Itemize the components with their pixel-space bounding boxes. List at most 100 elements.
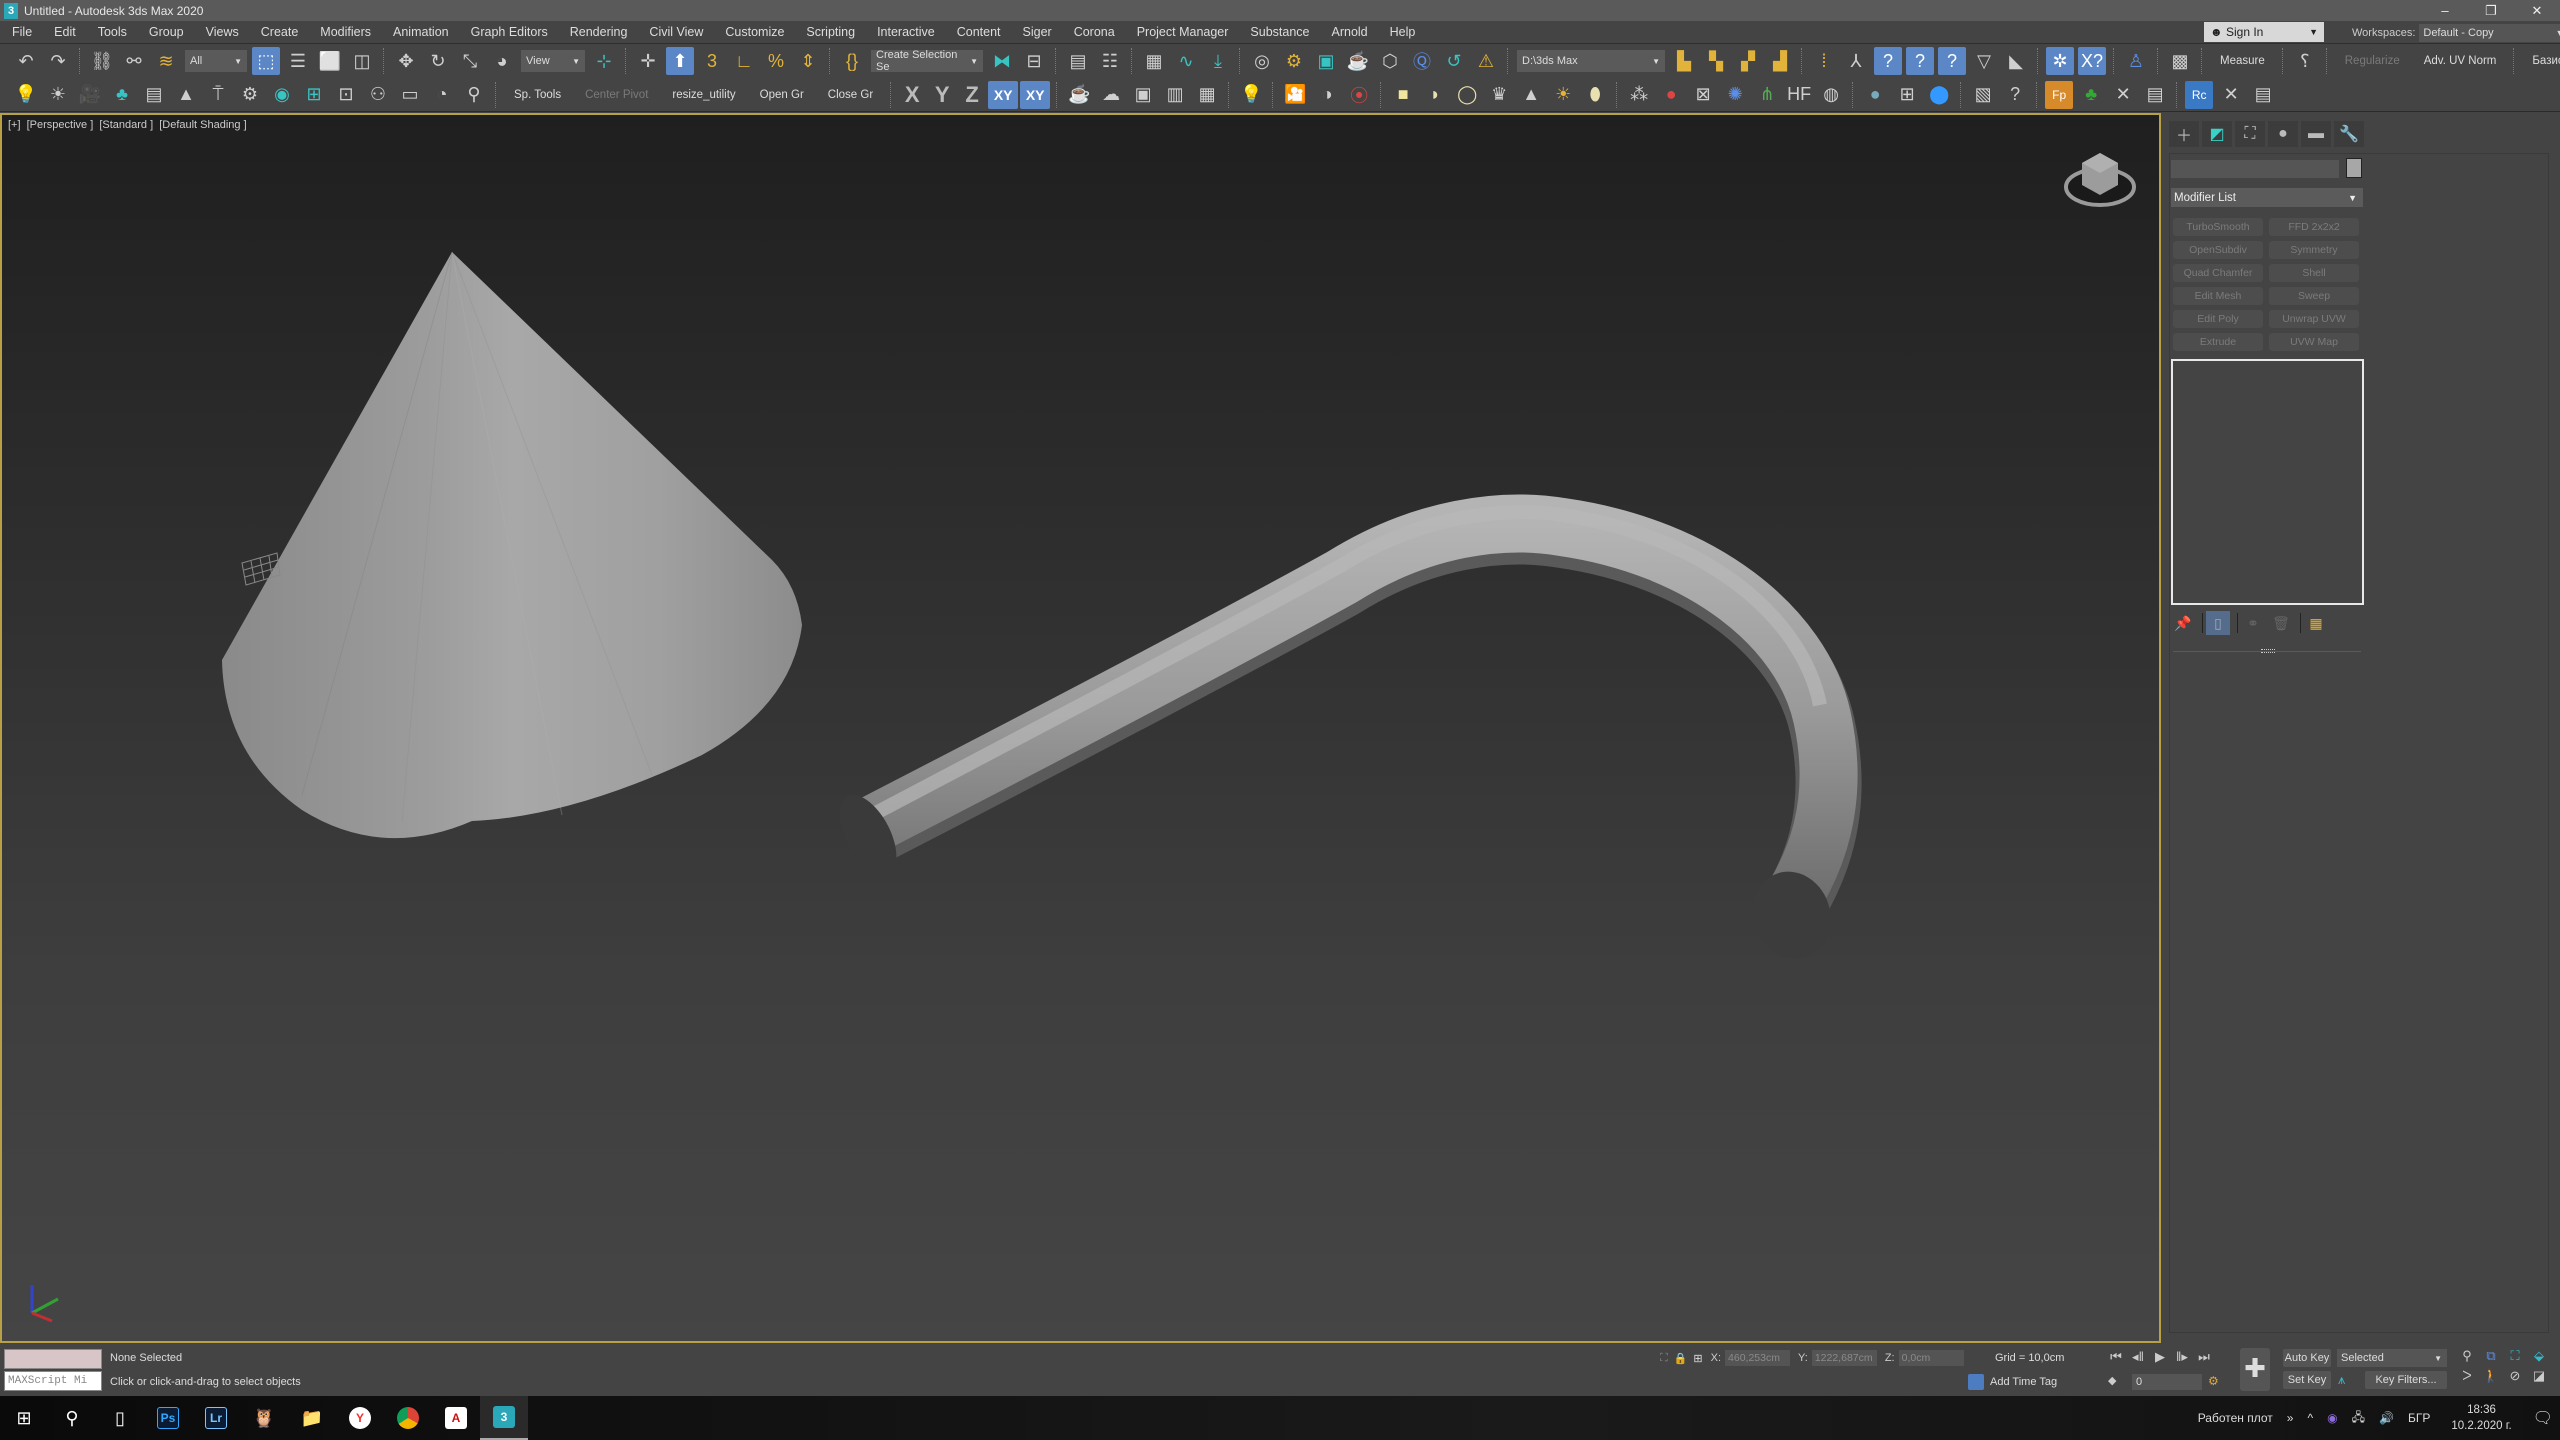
physical-camera-icon[interactable]: ◑ bbox=[1313, 81, 1341, 109]
cone-object[interactable] bbox=[222, 251, 802, 839]
refresh-plugin-icon[interactable]: ↺ bbox=[1440, 47, 1468, 75]
scale-icon[interactable]: ⤡ bbox=[456, 47, 484, 75]
z-coordinate-field[interactable]: 0,0cm bbox=[1898, 1350, 1964, 1366]
list-view-icon[interactable]: ▤ bbox=[2141, 81, 2169, 109]
edit-named-selection-icon[interactable]: {} bbox=[838, 47, 866, 75]
resize-utility-button[interactable]: resize_utility bbox=[660, 89, 747, 101]
mirror-icon[interactable]: ⧓ bbox=[988, 47, 1016, 75]
menu-create[interactable]: Create bbox=[250, 25, 310, 39]
displacement-icon[interactable]: ◍ bbox=[1817, 81, 1845, 109]
walk-through-icon[interactable]: 🚶 bbox=[2479, 1368, 2503, 1384]
go-to-start-icon[interactable]: ⏮ bbox=[2105, 1349, 2127, 1365]
axis-xy-snap-button[interactable]: XY bbox=[1020, 80, 1051, 109]
menu-content[interactable]: Content bbox=[946, 25, 1012, 39]
bind-space-warp-icon[interactable]: ≋ bbox=[152, 47, 180, 75]
sp-tools-button[interactable]: Sp. Tools bbox=[502, 89, 573, 101]
proxy-icon[interactable]: ● bbox=[1657, 81, 1685, 109]
taskbar-3ds-max[interactable]: 3 bbox=[480, 1396, 528, 1440]
motion-tab[interactable]: ● bbox=[2268, 121, 2298, 147]
camera-target-icon[interactable]: 🎦 bbox=[1281, 81, 1309, 109]
axis-z-button[interactable]: Z bbox=[957, 82, 987, 108]
snap-tangent-icon[interactable]: ◣ bbox=[2002, 47, 2030, 75]
rendered-frame-window-icon[interactable]: ▣ bbox=[1312, 47, 1340, 75]
plane-light-icon[interactable]: ■ bbox=[1389, 81, 1417, 109]
workspace-select[interactable]: Default - Copy ▼ bbox=[2419, 24, 2560, 42]
warning-icon[interactable]: ⚠ bbox=[1472, 47, 1500, 75]
grass-icon[interactable]: ⋔ bbox=[1753, 81, 1781, 109]
snap-axis-constraint-icon[interactable]: X? bbox=[2078, 47, 2106, 75]
render-window-icon[interactable]: ▣ bbox=[1129, 81, 1157, 109]
go-to-end-icon[interactable]: ⏭ bbox=[2193, 1349, 2215, 1365]
menu-animation[interactable]: Animation bbox=[382, 25, 460, 39]
link-icon[interactable]: ⛓ bbox=[88, 47, 116, 75]
current-frame-field[interactable]: 0 bbox=[2132, 1374, 2202, 1390]
gear-icon[interactable]: ⚙ bbox=[236, 81, 264, 109]
isolate-selection-icon[interactable]: ⛶ bbox=[1660, 1352, 1668, 1365]
select-object-icon[interactable]: ⬚ bbox=[252, 47, 280, 75]
set-keys-icon[interactable]: ✚ bbox=[2240, 1348, 2270, 1391]
zoom-icon[interactable]: ⚲ bbox=[2455, 1348, 2479, 1364]
keyboard-shortcut-override-icon[interactable]: ⬆ bbox=[666, 47, 694, 75]
time-configuration-icon[interactable]: ⚙ bbox=[2208, 1374, 2219, 1388]
modifier-list-dropdown[interactable]: Modifier List ▼ bbox=[2171, 188, 2363, 207]
cone-object-icon[interactable]: ▲ bbox=[1517, 81, 1545, 109]
teapot-render-icon[interactable]: ☕ bbox=[1065, 81, 1093, 109]
cloud-render-icon[interactable]: ☁ bbox=[1097, 81, 1125, 109]
axis-y-button[interactable]: Y bbox=[927, 82, 957, 108]
redo-icon[interactable]: ↷ bbox=[44, 47, 72, 75]
project-folder-dropdown[interactable]: D:\3ds Max ▼ bbox=[1517, 50, 1665, 72]
mesh-pattern-icon[interactable]: ▩ bbox=[2166, 47, 2194, 75]
modifier-uvw-map-button[interactable]: UVW Map bbox=[2269, 333, 2359, 351]
tree-icon[interactable]: ♣ bbox=[108, 81, 136, 109]
auto-key-button[interactable]: Auto Key bbox=[2283, 1349, 2331, 1367]
maxscript-mini-listener-input[interactable]: MAXScript Mi bbox=[4, 1371, 102, 1391]
move-icon[interactable]: ✥ bbox=[392, 47, 420, 75]
snap-grid-icon[interactable]: ⁞ bbox=[1810, 47, 1838, 75]
qr-icon[interactable]: Ⓠ bbox=[1408, 47, 1436, 75]
sign-in-dropdown[interactable]: ☻ Sign In ▼ bbox=[2204, 22, 2324, 42]
remove-modifier-icon[interactable]: 🗑 bbox=[2269, 611, 2293, 635]
scatter-icon[interactable]: ⁂ bbox=[1625, 81, 1653, 109]
menu-project-manager[interactable]: Project Manager bbox=[1126, 25, 1240, 39]
menu-arnold[interactable]: Arnold bbox=[1321, 25, 1379, 39]
key-filters-button[interactable]: Key Filters... bbox=[2365, 1371, 2447, 1389]
rotate-icon[interactable]: ↻ bbox=[424, 47, 452, 75]
close-group-button[interactable]: Close Gr bbox=[816, 89, 885, 101]
create-tab[interactable]: ＋ bbox=[2169, 121, 2199, 147]
cone-tool-icon[interactable]: ▲ bbox=[172, 81, 200, 109]
zoom-extents-icon[interactable]: ⛶ bbox=[2503, 1348, 2527, 1364]
menu-civil-view[interactable]: Civil View bbox=[638, 25, 714, 39]
panel-resize-handle[interactable] bbox=[2261, 649, 2275, 653]
regularize-button[interactable]: Regularize bbox=[2333, 55, 2412, 67]
frame-icon[interactable]: ⊡ bbox=[332, 81, 360, 109]
key-mode-toggle-icon[interactable]: ◆ bbox=[2108, 1374, 2116, 1387]
pin-stack-icon[interactable]: 📌 bbox=[2171, 611, 2195, 635]
modifier-sweep-button[interactable]: Sweep bbox=[2269, 287, 2359, 305]
key-mode-dropdown[interactable]: Selected ▼ bbox=[2337, 1349, 2447, 1367]
menu-substance[interactable]: Substance bbox=[1239, 25, 1320, 39]
light-icon[interactable]: 💡 bbox=[12, 81, 40, 109]
scene-explorer-icon[interactable]: ▤ bbox=[1064, 47, 1092, 75]
utilities-tab[interactable]: 🔧 bbox=[2334, 121, 2364, 147]
clock[interactable]: 18:36 10.2.2020 г. bbox=[2451, 1402, 2511, 1434]
railclone-icon[interactable]: Rc bbox=[2185, 80, 2214, 109]
modifier-opensubdiv-button[interactable]: OpenSubdiv bbox=[2173, 241, 2263, 259]
menu-group[interactable]: Group bbox=[138, 25, 195, 39]
taskbar-lightroom[interactable]: Lr bbox=[192, 1396, 240, 1440]
select-by-name-icon[interactable]: ☰ bbox=[284, 47, 312, 75]
angle-snap-icon[interactable]: ∟ bbox=[730, 47, 758, 75]
light-lister-icon[interactable]: 💡 bbox=[1237, 81, 1265, 109]
sun-light-icon[interactable]: ☀ bbox=[1549, 81, 1577, 109]
help-icon[interactable]: ? bbox=[2001, 81, 2029, 109]
search-icon[interactable]: ⚲ bbox=[48, 1396, 96, 1440]
snap-edge-icon[interactable]: ? bbox=[1906, 47, 1934, 75]
absolute-mode-icon[interactable]: ⊞ bbox=[1693, 1352, 1702, 1365]
perspective-viewport[interactable]: [+] [Perspective ] [Standard ] [Default … bbox=[0, 113, 2161, 1343]
zoom-extents-all-icon[interactable]: ⬙ bbox=[2527, 1348, 2551, 1364]
show-hidden-icons-icon[interactable]: ^ bbox=[2307, 1411, 2313, 1425]
desktop-toolbar-label[interactable]: Работен плот bbox=[2198, 1411, 2273, 1425]
file-explorer-icon[interactable]: 📁 bbox=[288, 1396, 336, 1440]
spline-tool-icon[interactable]: ⸮ bbox=[2291, 47, 2319, 75]
modifier-turbosmooth-button[interactable]: TurboSmooth bbox=[2173, 218, 2263, 236]
undo-icon[interactable]: ↶ bbox=[12, 47, 40, 75]
